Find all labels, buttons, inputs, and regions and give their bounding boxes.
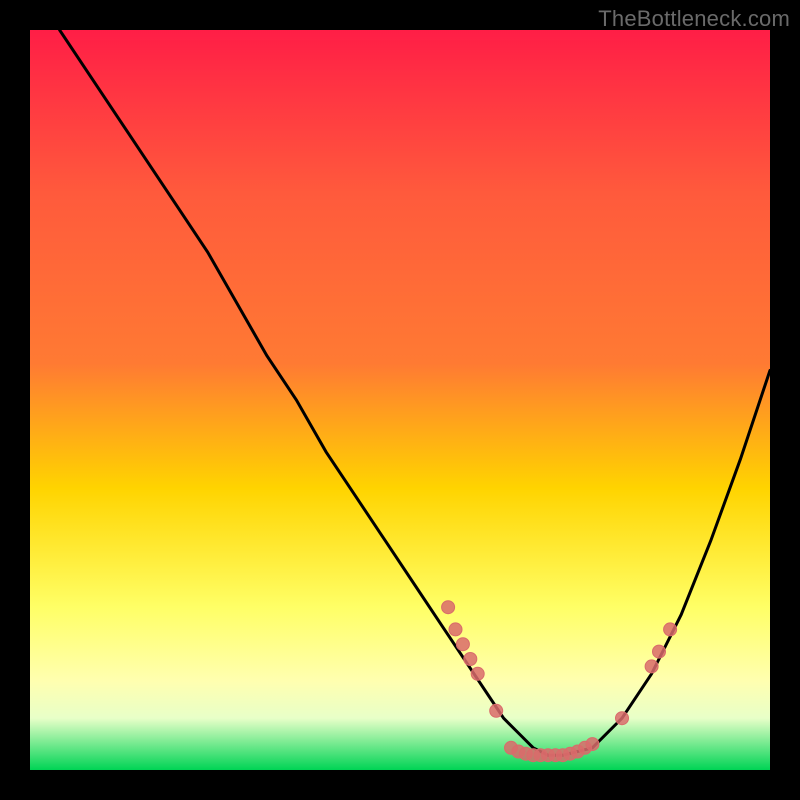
data-marker: [664, 623, 677, 636]
data-marker: [490, 704, 503, 717]
data-marker: [449, 623, 462, 636]
data-marker: [586, 738, 599, 751]
data-marker: [645, 660, 658, 673]
watermark-text: TheBottleneck.com: [598, 6, 790, 32]
chart-svg: [30, 30, 770, 770]
data-marker: [653, 645, 666, 658]
data-marker: [456, 638, 469, 651]
data-marker: [471, 667, 484, 680]
chart-container: TheBottleneck.com: [0, 0, 800, 800]
plot-area: [30, 30, 770, 770]
data-marker: [464, 653, 477, 666]
data-marker: [442, 601, 455, 614]
data-marker: [616, 712, 629, 725]
